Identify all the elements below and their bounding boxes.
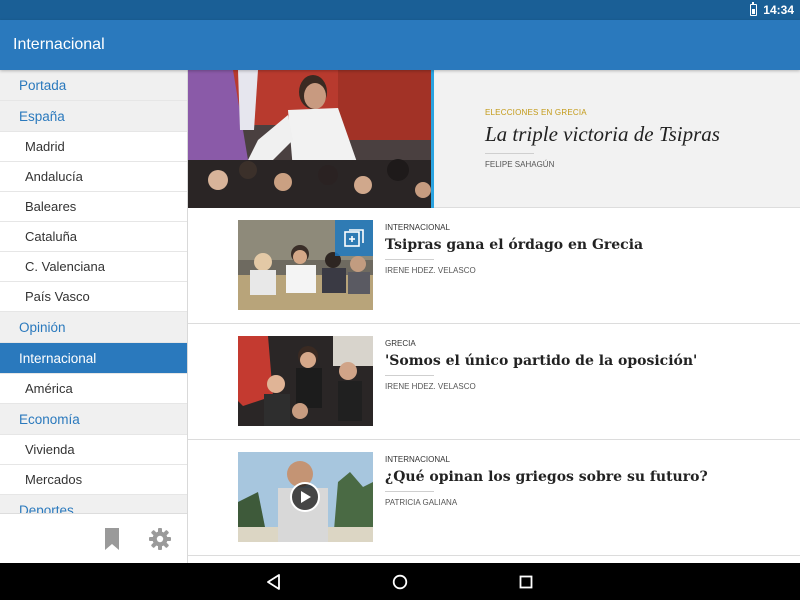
sidebar-item-label: América: [25, 381, 73, 396]
divider: [385, 259, 434, 260]
sidebar-item-pais-vasco[interactable]: País Vasco: [0, 282, 187, 312]
gallery-icon: [335, 220, 373, 256]
article-kicker: INTERNACIONAL: [385, 455, 450, 464]
sidebar-item-label: Mercados: [25, 472, 83, 487]
article-kicker: INTERNACIONAL: [385, 223, 450, 232]
sidebar-item-economia[interactable]: Economía: [0, 404, 187, 435]
sidebar-item-internacional[interactable]: Internacional: [0, 343, 187, 374]
article-thumbnail[interactable]: [238, 452, 373, 542]
article-kicker: GRECIA: [385, 339, 416, 348]
sidebar-item-madrid[interactable]: Madrid: [0, 132, 187, 162]
article-card[interactable]: INTERNACIONAL Tsipras gana el órdago en …: [188, 208, 800, 324]
article-title[interactable]: ¿Qué opinan los griegos sobre su futuro?: [385, 469, 792, 485]
status-bar: 14:34: [0, 0, 800, 20]
sidebar-item-c-valenciana[interactable]: C. Valenciana: [0, 252, 187, 282]
home-icon[interactable]: [382, 567, 418, 597]
sidebar-item-opinion[interactable]: Opinión: [0, 312, 187, 343]
app-bar: Internacional: [0, 20, 800, 70]
article-card[interactable]: INTERNACIONAL ¿Qué opinan los griegos so…: [188, 440, 800, 556]
hero-article[interactable]: ELECCIONES EN GRECIA La triple victoria …: [188, 70, 800, 208]
sidebar-item-label: España: [19, 108, 65, 124]
article-byline: PATRICIA GALIANA: [385, 498, 458, 507]
sidebar-item-andalucia[interactable]: Andalucía: [0, 162, 187, 192]
hero-title[interactable]: La triple victoria de Tsipras: [485, 122, 790, 147]
sidebar-item-vivienda[interactable]: Vivienda: [0, 435, 187, 465]
divider: [385, 491, 434, 492]
sidebar-item-label: Opinión: [19, 319, 66, 335]
sidebar-item-espana[interactable]: España: [0, 101, 187, 132]
article-byline: IRENE HDEZ. VELASCO: [385, 266, 476, 275]
sidebar-nav-list: Portada España Madrid Andalucía Baleares Cata…: [0, 70, 187, 513]
bookmark-icon[interactable]: [99, 526, 125, 552]
article-card[interactable]: GRECIA 'Somos el único partido de la opo…: [188, 324, 800, 440]
app-bar-title: Internacional: [13, 36, 105, 53]
divider: [485, 153, 534, 154]
divider: [385, 375, 434, 376]
gear-icon[interactable]: [147, 526, 173, 552]
sidebar-item-label: Madrid: [25, 139, 65, 154]
sidebar-item-label: Deportes: [19, 502, 74, 514]
recents-icon[interactable]: [508, 567, 544, 597]
sidebar-item-deportes[interactable]: Deportes: [0, 495, 187, 513]
sidebar-item-label: Portada: [19, 77, 67, 93]
sidebar-item-label: C. Valenciana: [25, 259, 105, 274]
battery-icon: [750, 2, 758, 16]
article-thumbnail[interactable]: [238, 220, 373, 310]
sidebar-item-label: Economía: [19, 411, 80, 427]
sidebar-item-label: Andalucía: [25, 169, 83, 184]
sidebar-item-baleares[interactable]: Baleares: [0, 192, 187, 222]
sidebar-item-portada[interactable]: Portada: [0, 70, 187, 101]
hero-photo[interactable]: [188, 70, 434, 208]
article-byline: IRENE HDEZ. VELASCO: [385, 382, 476, 391]
article-title[interactable]: Tsipras gana el órdago en Grecia: [385, 237, 792, 253]
article-thumbnail[interactable]: [238, 336, 373, 426]
sidebar-item-label: Internacional: [19, 350, 97, 366]
sidebar-item-label: País Vasco: [25, 289, 90, 304]
hero-kicker: ELECCIONES EN GRECIA: [485, 108, 587, 117]
system-nav-bar: [0, 563, 800, 600]
sidebar-item-cataluna[interactable]: Cataluña: [0, 222, 187, 252]
sidebar-item-label: Vivienda: [25, 442, 75, 457]
article-title[interactable]: 'Somos el único partido de la oposición': [385, 353, 792, 369]
sidebar-footer: [0, 513, 187, 563]
sidebar-item-label: Baleares: [25, 199, 77, 214]
article-feed: ELECCIONES EN GRECIA La triple victoria …: [188, 70, 800, 563]
sidebar-item-mercados[interactable]: Mercados: [0, 465, 187, 495]
play-icon[interactable]: [290, 482, 320, 512]
status-clock: 14:34: [763, 3, 794, 17]
sidebar-item-label: Cataluña: [25, 229, 78, 244]
sidebar-item-america[interactable]: América: [0, 374, 187, 404]
back-icon[interactable]: [256, 567, 292, 597]
hero-byline: FELIPE SAHAGÚN: [485, 160, 555, 169]
sidebar-drawer: Portada España Madrid Andalucía Baleares Cata…: [0, 70, 188, 563]
